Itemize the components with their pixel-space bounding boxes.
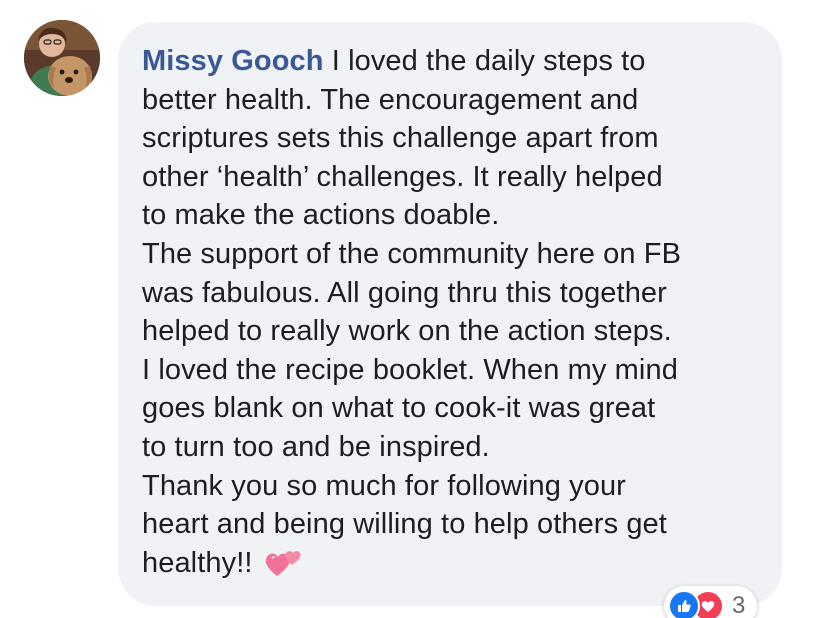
comment-line: Missy Gooch I loved the daily steps to [142, 42, 758, 81]
comment-body: Missy Gooch I loved the daily steps to b… [142, 42, 758, 590]
comment-thread: Missy Gooch I loved the daily steps to b… [0, 0, 836, 618]
comment-line-text: I loved the daily steps to [323, 45, 646, 77]
avatar[interactable] [24, 20, 100, 96]
comment-line: scriptures sets this challenge apart fro… [142, 122, 659, 155]
comment-line: to make the actions doable. [142, 199, 500, 232]
comment-line: other ‘health’ challenges. It really hel… [142, 160, 663, 193]
comment-line: to turn too and be inspired. [142, 430, 490, 463]
comment-line: helped to really work on the action step… [142, 315, 672, 348]
reaction-summary[interactable]: 3 [664, 586, 758, 618]
comment-line: I loved the recipe booklet. When my mind [142, 353, 678, 386]
comment-line: goes blank on what to cook-it was great [142, 392, 656, 425]
reaction-count: 3 [732, 592, 746, 618]
author-name-link[interactable]: Missy Gooch [142, 45, 324, 77]
comment-line: Thank you so much for following your [142, 469, 626, 502]
comment-line: was fabulous. All going thru this togeth… [142, 276, 667, 309]
profile-photo [24, 20, 100, 96]
comment-bubble: Missy Gooch I loved the daily steps to b… [118, 22, 782, 606]
comment-line: heart and being willing to help others g… [142, 508, 667, 541]
like-icon [668, 590, 700, 618]
comment-line: healthy!! [142, 544, 758, 591]
comment-line: better health. The encouragement and [142, 83, 639, 116]
comment-line: The support of the community here on FB [142, 237, 682, 270]
comment-line-text: healthy!! [142, 546, 253, 579]
two-hearts-emoji [263, 546, 303, 591]
